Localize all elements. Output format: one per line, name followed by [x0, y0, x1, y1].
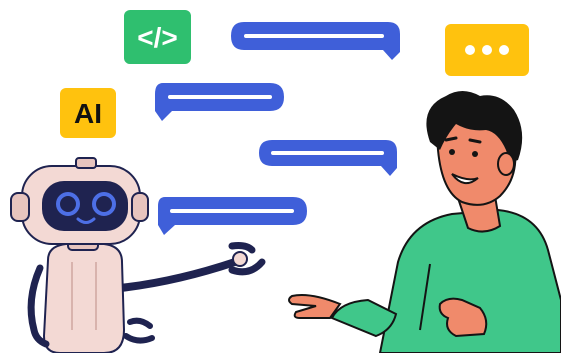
robot-ear-right [131, 192, 149, 222]
ellipsis-badge [445, 24, 529, 76]
chat-bubble-1 [231, 22, 400, 60]
person-sleeve-left [330, 298, 398, 338]
robot-wrist [232, 251, 248, 267]
robot-antenna [75, 157, 97, 169]
ellipsis-dots-icon [499, 45, 509, 55]
chat-bubble-4 [158, 197, 307, 235]
robot-arm [116, 258, 239, 292]
person-character [288, 91, 561, 353]
ai-badge: AI [60, 88, 116, 138]
speech-bubble-icon [155, 83, 284, 121]
ellipsis-dots-icon [465, 45, 475, 55]
code-badge: </> [124, 10, 191, 64]
person-ear [497, 152, 515, 176]
ellipsis-dots-icon [482, 45, 492, 55]
chat-bubble-3 [259, 140, 397, 176]
robot-character [10, 157, 266, 353]
person-eye-left [449, 149, 455, 155]
chat-bubble-2 [155, 83, 284, 121]
speech-bubble-icon [158, 197, 307, 235]
ai-badge-label: AI [74, 98, 102, 129]
robot-ear-left [10, 192, 30, 222]
ai-chat-illustration: </> AI [10, 10, 561, 353]
person-eye-right [472, 151, 478, 157]
robot-lower-claw [123, 317, 155, 344]
speech-bubble-icon [259, 140, 397, 176]
speech-bubble-icon [231, 22, 400, 60]
person-hand-left [288, 294, 342, 319]
code-badge-label: </> [137, 22, 177, 53]
robot-torso [42, 243, 126, 353]
